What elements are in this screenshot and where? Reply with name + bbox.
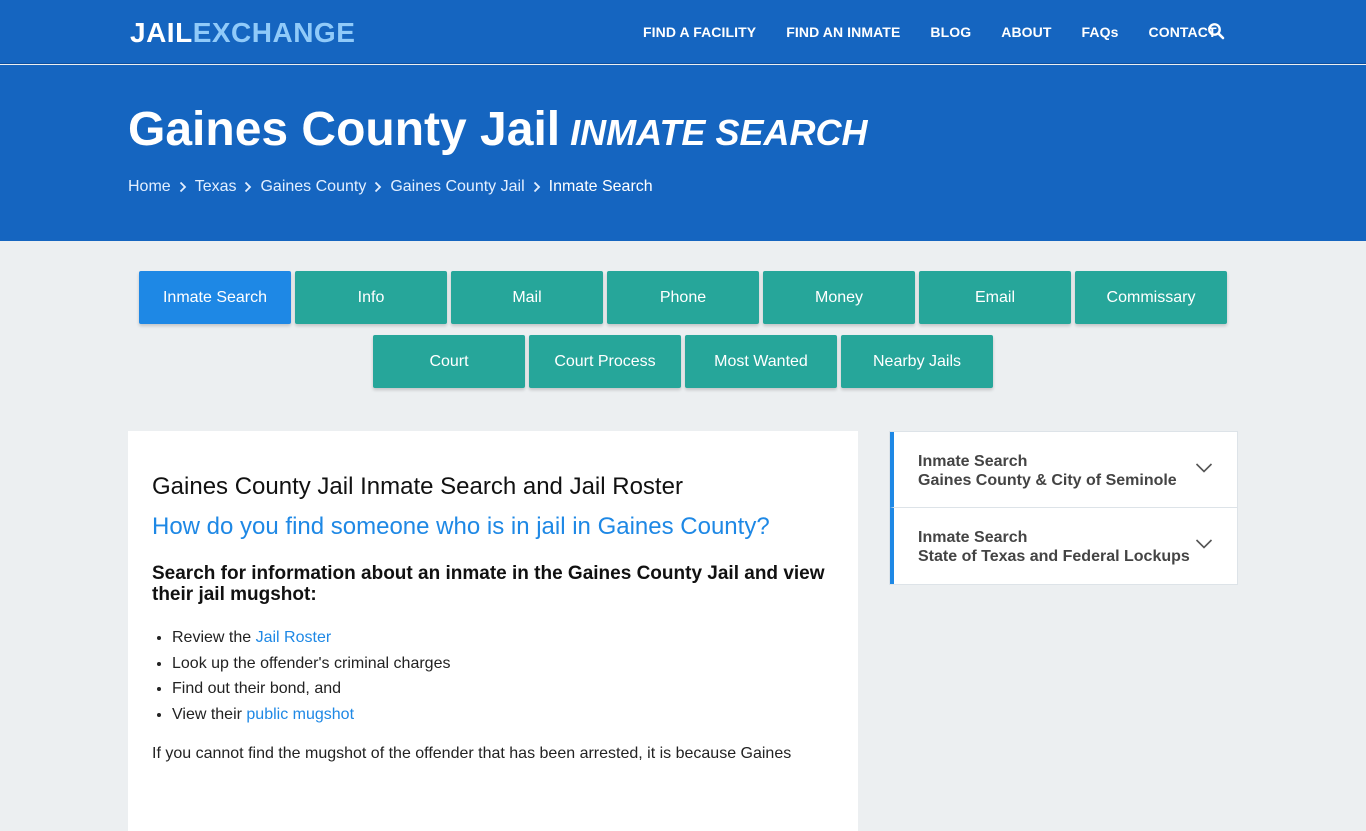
sidebar-item-sublabel: State of Texas and Federal Lockups [918,548,1190,565]
public-mugshot-link[interactable]: public mugshot [246,706,354,723]
list-item-text: Look up the offender's criminal charges [172,654,451,672]
section-heading: Gaines County Jail Inmate Search and Jai… [152,473,683,500]
nav-find-an-inmate[interactable]: FIND AN INMATE [786,24,900,40]
tab-commissary[interactable]: Commissary [1075,271,1227,324]
logo-text-exchange: EXCHANGE [192,17,356,48]
nav-blog[interactable]: BLOG [930,24,971,40]
list-item-text: View their [172,705,247,723]
page-title: Gaines County Jail INMATE SEARCH [128,103,867,160]
nav-faqs[interactable]: FAQs [1082,24,1119,40]
chevron-right-icon [171,180,195,194]
tab-nearby-jails[interactable]: Nearby Jails [841,335,993,388]
tab-money[interactable]: Money [763,271,915,324]
main-nav: FIND A FACILITY FIND AN INMATE BLOG ABOU… [643,0,1247,64]
sidebar-item-sublabel: Gaines County & City of Seminole [918,472,1177,489]
info-list: Review the Jail Roster Look up the offen… [172,625,834,727]
sidebar-item-county-search[interactable]: Inmate Search Gaines County & City of Se… [890,432,1237,508]
list-item: Find out their bond, and [172,676,834,702]
facility-tabs-row-1: Inmate Search Info Mail Phone Money Emai… [139,271,1231,324]
sidebar-accordion: Inmate Search Gaines County & City of Se… [889,431,1238,585]
sidebar-item-label: Inmate Search [918,529,1028,546]
section-intro: Search for information about an inmate i… [152,563,825,605]
breadcrumb-current: Inmate Search [548,178,653,195]
nav-find-a-facility[interactable]: FIND A FACILITY [643,24,756,40]
tab-court-process[interactable]: Court Process [529,335,681,388]
tab-court[interactable]: Court [373,335,525,388]
breadcrumb-gaines-county[interactable]: Gaines County [260,178,366,196]
chevron-right-icon [366,180,390,194]
chevron-right-icon [525,180,549,194]
tab-phone[interactable]: Phone [607,271,759,324]
list-item-text: Find out their bond, and [172,680,342,697]
logo-text-jail: JAIL [130,17,193,48]
tab-email[interactable]: Email [919,271,1071,324]
list-item: Look up the offender's criminal charges [172,651,834,677]
breadcrumb-texas[interactable]: Texas [195,178,237,196]
sidebar-item-label: Inmate Search [918,453,1028,470]
chevron-right-icon [236,180,260,194]
sidebar-item-state-search[interactable]: Inmate Search State of Texas and Federal… [890,508,1237,584]
section-question: How do you find someone who is in jail i… [152,513,770,540]
main-content-card: Gaines County Jail Inmate Search and Jai… [128,431,858,831]
breadcrumb-home[interactable]: Home [128,178,171,196]
site-logo[interactable]: JAILEXCHANGE [130,17,355,49]
search-icon[interactable] [1207,22,1225,40]
tab-inmate-search[interactable]: Inmate Search [139,271,291,324]
page-hero: Gaines County Jail INMATE SEARCH Home Tex… [0,65,1366,241]
body-paragraph: If you cannot find the mugshot of the of… [152,745,792,762]
chevron-down-icon [1195,463,1213,473]
list-item-text: Review the [172,629,256,646]
top-navbar: JAILEXCHANGE FIND A FACILITY FIND AN INM… [0,0,1366,64]
page-title-main: Gaines County Jail [128,103,561,156]
chevron-down-icon [1195,539,1213,549]
tab-info[interactable]: Info [295,271,447,324]
facility-tabs-row-2: Court Court Process Most Wanted Nearby J… [373,335,997,388]
tab-most-wanted[interactable]: Most Wanted [685,335,837,388]
breadcrumb-gaines-county-jail[interactable]: Gaines County Jail [390,178,524,196]
tab-mail[interactable]: Mail [451,271,603,324]
list-item: Review the Jail Roster [172,625,834,651]
page-title-sub: INMATE SEARCH [570,112,868,153]
nav-about[interactable]: ABOUT [1001,24,1051,40]
breadcrumb: Home Texas Gaines County Gaines County J… [128,178,653,196]
list-item: View their public mugshot [172,702,834,728]
jail-roster-link[interactable]: Jail Roster [256,629,332,646]
